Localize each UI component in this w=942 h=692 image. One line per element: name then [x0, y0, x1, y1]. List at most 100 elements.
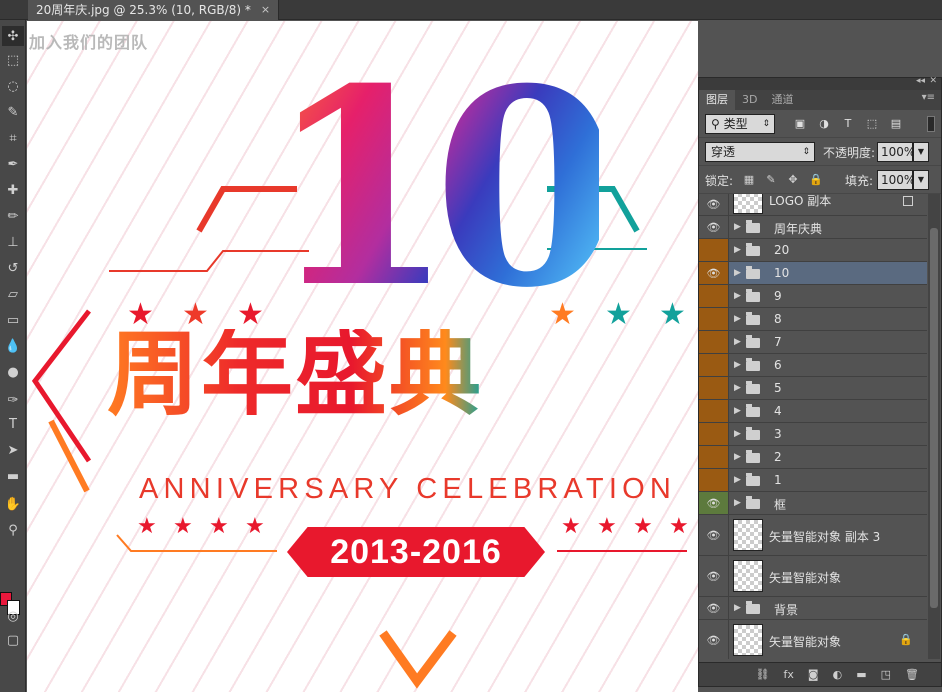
- trash-icon[interactable]: 🗑: [905, 668, 919, 681]
- scrollbar-thumb[interactable]: [930, 228, 938, 608]
- lock-pixels-icon[interactable]: ✎: [765, 174, 777, 186]
- eye-slot[interactable]: [699, 285, 729, 307]
- image-filter-icon[interactable]: ▣: [794, 118, 806, 130]
- eye-slot[interactable]: [699, 400, 729, 422]
- new-group-icon[interactable]: ▬: [856, 668, 866, 681]
- expand-triangle-icon[interactable]: ▶: [734, 245, 741, 255]
- link-icon[interactable]: ⛓: [756, 668, 770, 681]
- expand-triangle-icon[interactable]: ▶: [734, 452, 741, 462]
- expand-triangle-icon[interactable]: ▶: [734, 498, 741, 508]
- layer-group-row[interactable]: ▶ 1: [699, 469, 927, 492]
- gradient-icon[interactable]: ▭: [2, 310, 24, 330]
- layer-row[interactable]: 👁 矢量智能对象 副本 3: [699, 515, 927, 556]
- document-canvas[interactable]: 加入我们的团队 ★ ★ ★ ★ ★ ★ ★ ★ ★ ★ ★ ★ ★ 10 周年盛…: [27, 21, 698, 692]
- close-icon[interactable]: ×: [261, 0, 270, 20]
- brush-icon[interactable]: ✏: [2, 206, 24, 226]
- filter-toggle[interactable]: [927, 116, 935, 132]
- eye-icon[interactable]: 👁: [699, 556, 729, 596]
- layer-group-row[interactable]: ▶ 20: [699, 239, 927, 262]
- layer-group-row[interactable]: ▶ 7: [699, 331, 927, 354]
- tab-3d[interactable]: 3D: [735, 90, 764, 110]
- fx-icon[interactable]: fx: [784, 668, 794, 681]
- expand-triangle-icon[interactable]: ▶: [734, 314, 741, 324]
- zoom-icon[interactable]: ⚲: [2, 520, 24, 540]
- lock-position-icon[interactable]: ✥: [787, 174, 799, 186]
- eye-icon[interactable]: 👁: [699, 194, 729, 215]
- type-icon[interactable]: T: [2, 414, 24, 434]
- hand-icon[interactable]: ✋: [2, 494, 24, 514]
- eye-slot[interactable]: [699, 354, 729, 376]
- screen-mode-icon[interactable]: ▢: [2, 630, 24, 650]
- document-tab[interactable]: 20周年庆.jpg @ 25.3% (10, RGB/8) * ×: [28, 0, 280, 20]
- history-brush-icon[interactable]: ↺: [2, 258, 24, 278]
- tab-layers[interactable]: 图层: [699, 90, 735, 110]
- pen-icon[interactable]: ✑: [2, 390, 24, 410]
- marquee-icon[interactable]: ⬚: [2, 50, 24, 70]
- adjustment-icon[interactable]: ◐: [833, 668, 843, 681]
- new-layer-icon[interactable]: ◳: [881, 668, 891, 681]
- expand-triangle-icon[interactable]: ▶: [734, 360, 741, 370]
- crop-icon[interactable]: ⌗: [2, 128, 24, 148]
- clone-stamp-icon[interactable]: ⊥: [2, 232, 24, 252]
- eye-icon[interactable]: 👁: [699, 620, 729, 659]
- layer-row[interactable]: 👁 矢量智能对象 🔒: [699, 620, 927, 659]
- layer-group-row[interactable]: ▶ 8: [699, 308, 927, 331]
- eyedropper-icon[interactable]: ✒: [2, 154, 24, 174]
- opacity-input[interactable]: 100%: [877, 142, 915, 162]
- mask-icon[interactable]: ◙: [808, 668, 819, 681]
- eye-slot[interactable]: [699, 423, 729, 445]
- expand-triangle-icon[interactable]: ▶: [734, 429, 741, 439]
- expand-triangle-icon[interactable]: ▶: [734, 475, 741, 485]
- collapse-icon[interactable]: ◂◂: [916, 76, 925, 86]
- layer-group-row[interactable]: ▶ 5: [699, 377, 927, 400]
- fill-input[interactable]: 100%: [877, 170, 915, 190]
- eye-slot[interactable]: [699, 469, 729, 491]
- eye-icon[interactable]: 👁: [699, 262, 729, 284]
- eye-slot[interactable]: [699, 446, 729, 468]
- layer-group-row[interactable]: ▶ 6: [699, 354, 927, 377]
- eye-slot[interactable]: [699, 239, 729, 261]
- layer-group-row[interactable]: ▶ 3: [699, 423, 927, 446]
- dodge-icon[interactable]: ●: [2, 362, 24, 382]
- quick-mask-icon[interactable]: ◎: [2, 606, 24, 626]
- layer-group-row-selected[interactable]: 👁 ▶ 10: [699, 262, 927, 285]
- chevron-down-icon[interactable]: ▼: [913, 170, 929, 190]
- tab-channels[interactable]: 通道: [764, 90, 800, 110]
- close-icon[interactable]: ✕: [929, 76, 937, 86]
- layer-filter-select[interactable]: ⚲ 类型 ⇕: [705, 114, 775, 134]
- layer-row[interactable]: 👁 LOGO 副本: [699, 194, 927, 216]
- eye-icon[interactable]: 👁: [699, 492, 729, 514]
- layer-group-row[interactable]: 👁 ▶ 周年庆典: [699, 216, 927, 239]
- eraser-icon[interactable]: ▱: [2, 284, 24, 304]
- path-select-icon[interactable]: ➤: [2, 440, 24, 460]
- eye-slot[interactable]: [699, 377, 729, 399]
- expand-triangle-icon[interactable]: ▶: [734, 383, 741, 393]
- lock-transparent-icon[interactable]: ▦: [743, 174, 755, 186]
- eye-icon[interactable]: 👁: [699, 597, 729, 619]
- eye-slot[interactable]: [699, 331, 729, 353]
- smart-object-filter-icon[interactable]: ▤: [890, 118, 902, 130]
- type-filter-icon[interactable]: T: [842, 118, 854, 130]
- panel-menu-icon[interactable]: ▾≡: [922, 92, 935, 103]
- expand-triangle-icon[interactable]: ▶: [734, 291, 741, 301]
- layer-group-row[interactable]: ▶ 9: [699, 285, 927, 308]
- layers-scrollbar[interactable]: [928, 194, 940, 659]
- move-icon[interactable]: ✣: [2, 26, 24, 46]
- blur-icon[interactable]: 💧: [2, 336, 24, 356]
- healing-brush-icon[interactable]: ✚: [2, 180, 24, 200]
- layer-group-row[interactable]: ▶ 4: [699, 400, 927, 423]
- expand-triangle-icon[interactable]: ▶: [734, 268, 741, 278]
- shape-filter-icon[interactable]: ⬚: [866, 118, 878, 130]
- eye-icon[interactable]: 👁: [699, 515, 729, 555]
- layer-group-row[interactable]: 👁 ▶ 背景: [699, 597, 927, 620]
- lasso-icon[interactable]: ◌: [2, 76, 24, 96]
- eye-slot[interactable]: [699, 308, 729, 330]
- layer-group-row[interactable]: 👁 ▶ 框: [699, 492, 927, 515]
- layer-group-row[interactable]: ▶ 2: [699, 446, 927, 469]
- expand-triangle-icon[interactable]: ▶: [734, 337, 741, 347]
- blend-mode-select[interactable]: 穿透 ⇕: [705, 142, 815, 162]
- quick-select-icon[interactable]: ✎: [2, 102, 24, 122]
- expand-triangle-icon[interactable]: ▶: [734, 603, 741, 613]
- layer-row[interactable]: 👁 矢量智能对象: [699, 556, 927, 597]
- chevron-down-icon[interactable]: ▼: [913, 142, 929, 162]
